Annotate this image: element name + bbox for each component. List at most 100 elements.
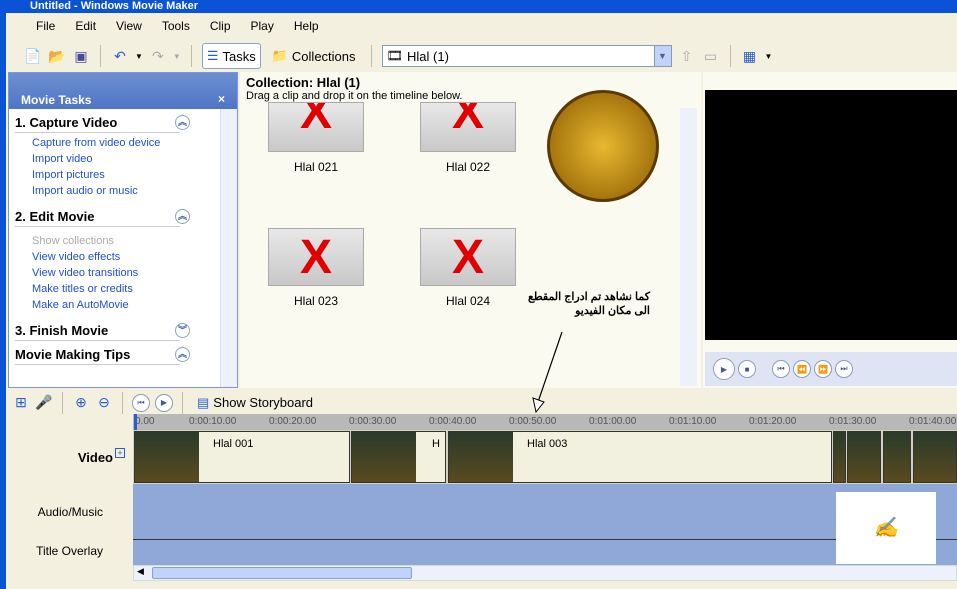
clip-item[interactable]: X Hlal 022	[420, 102, 516, 174]
clip-thumbnail	[848, 432, 880, 482]
timeline-clip[interactable]	[833, 431, 846, 483]
new-folder-icon[interactable]: ▭	[702, 47, 720, 65]
task-make-automovie[interactable]: Make an AutoMovie	[32, 297, 237, 313]
ruler-tick: 0:00:30.00	[349, 416, 397, 427]
up-folder-icon[interactable]: ⇧	[678, 47, 696, 65]
tasks-button[interactable]: ☰ Tasks	[201, 43, 261, 69]
chevron-down-icon[interactable]: ︾	[175, 323, 190, 338]
clip-name: Hlal 001	[213, 438, 254, 450]
forward-icon[interactable]: ⏩	[814, 360, 832, 378]
annotation-text: كما نشاهد تم ادراج المقطع الى مكان الفيدي…	[520, 290, 650, 318]
timeline-clip[interactable]: Hlal 003	[448, 431, 832, 483]
timeline-clip[interactable]	[913, 431, 957, 483]
chevron-down-icon[interactable]: ▼	[653, 46, 671, 66]
views-icon[interactable]: ▦	[741, 47, 759, 65]
previous-frame-icon[interactable]: ⏮	[772, 360, 790, 378]
timeline-scrollbar[interactable]: ◀	[133, 565, 957, 581]
new-project-icon[interactable]: 📄	[24, 47, 42, 65]
redo-dropdown-icon[interactable]: ▼	[173, 52, 181, 61]
task-view-video-transitions[interactable]: View video transitions	[32, 265, 237, 281]
ruler-tick: 0:01:40.00	[909, 416, 957, 427]
zoom-out-icon[interactable]: ⊖	[95, 394, 113, 412]
menu-bar: File Edit View Tools Clip Play Help	[6, 13, 957, 38]
section-title: 1. Capture Video	[15, 115, 118, 130]
timeline-toolbar: ⊞ 🎤 ⊕ ⊖ ⏮ ▶ ▤ Show Storyboard	[6, 391, 957, 414]
stop-icon[interactable]: ■	[738, 360, 756, 378]
task-show-collections[interactable]: Show collections	[32, 233, 237, 249]
task-import-pictures[interactable]: Import pictures	[32, 167, 237, 183]
clip-item[interactable]: X Hlal 021	[268, 102, 364, 174]
movie-tasks-title: Movie Tasks	[21, 93, 92, 107]
show-storyboard-label: Show Storyboard	[213, 395, 314, 410]
undo-icon[interactable]: ↶	[111, 47, 129, 65]
divider	[122, 391, 123, 414]
next-frame-icon[interactable]: ⏭	[835, 360, 853, 378]
clip-thumbnail	[135, 432, 199, 482]
scrollbar-thumb[interactable]	[152, 567, 412, 579]
task-view-video-effects[interactable]: View video effects	[32, 249, 237, 265]
task-capture-from-device[interactable]: Capture from video device	[32, 135, 237, 151]
set-audio-levels-icon[interactable]: ⊞	[12, 394, 30, 412]
timeline-clip[interactable]	[883, 431, 911, 483]
zoom-in-icon[interactable]: ⊕	[72, 394, 90, 412]
chevron-up-icon[interactable]: ︽	[175, 115, 190, 130]
task-make-titles[interactable]: Make titles or credits	[32, 281, 237, 297]
timeline-clip[interactable]: H	[351, 431, 446, 483]
annotation-line: الى مكان الفيديو	[575, 305, 650, 317]
collection-title: Collection: Hlal (1)	[246, 75, 361, 90]
playhead[interactable]	[134, 414, 137, 430]
timeline-clip[interactable]	[847, 431, 881, 483]
undo-dropdown-icon[interactable]: ▼	[135, 52, 143, 61]
timeline-ruler[interactable]: 0.00 0:00:10.00 0:00:20.00 0:00:30.00 0:…	[133, 414, 957, 430]
play-icon[interactable]: ▶	[713, 358, 735, 380]
menu-help[interactable]: Help	[284, 19, 329, 33]
chevron-up-icon[interactable]: ︽	[175, 347, 190, 362]
menu-clip[interactable]: Clip	[200, 19, 241, 33]
menu-play[interactable]: Play	[241, 19, 284, 33]
tasks-icon: ☰	[206, 48, 219, 63]
narrate-microphone-icon[interactable]: 🎤	[35, 394, 53, 412]
menu-edit[interactable]: Edit	[65, 19, 106, 33]
play-timeline-icon[interactable]: ▶	[155, 393, 173, 412]
menu-file[interactable]: File	[26, 19, 65, 33]
open-project-icon[interactable]: 📂	[48, 47, 66, 65]
task-import-audio[interactable]: Import audio or music	[32, 183, 237, 199]
handwritten-signature: ✍	[836, 492, 936, 564]
expand-plus-icon[interactable]: +	[115, 448, 125, 458]
collection-select[interactable]: 🎞 Hlal (1) ▼	[381, 45, 672, 67]
ruler-tick: 0:01:20.00	[749, 416, 797, 427]
timeline-clip[interactable]: Hlal 001	[134, 431, 350, 483]
clip-label: Hlal 023	[293, 294, 339, 308]
redo-icon[interactable]: ↷	[149, 47, 167, 65]
missing-clip-icon: X	[420, 228, 516, 286]
show-storyboard-button[interactable]: ▤ Show Storyboard	[192, 393, 318, 413]
ruler-tick: 0:01:00.00	[589, 416, 637, 427]
tasks-scrollbar[interactable]	[220, 109, 237, 387]
playback-controls: ▶ ■ ⏮ ⏪ ⏩ ⏭	[705, 352, 957, 386]
video-track-label: Video	[78, 450, 113, 465]
section-finish-movie[interactable]: 3. Finish Movie ︾	[15, 323, 190, 341]
clip-item[interactable]: X Hlal 024	[420, 228, 516, 308]
rewind-icon[interactable]: ⏪	[793, 360, 811, 378]
views-dropdown-icon[interactable]: ▼	[765, 52, 773, 61]
close-icon[interactable]: ×	[218, 92, 225, 106]
audio-music-track[interactable]	[133, 484, 957, 539]
menu-tools[interactable]: Tools	[152, 19, 200, 33]
clip-thumbnail	[834, 432, 845, 482]
section-movie-making-tips[interactable]: Movie Making Tips ︽	[15, 347, 190, 365]
task-import-video[interactable]: Import video	[32, 151, 237, 167]
section-capture-video[interactable]: 1. Capture Video ︽	[15, 115, 190, 133]
section-edit-movie[interactable]: 2. Edit Movie ︽	[15, 209, 190, 227]
ruler-tick: 0.00	[135, 416, 155, 427]
save-icon[interactable]: ▣	[72, 47, 90, 65]
rewind-timeline-icon[interactable]: ⏮	[132, 393, 150, 412]
scroll-left-icon[interactable]: ◀	[137, 566, 144, 577]
collection-scrollbar[interactable]	[680, 108, 697, 386]
ruler-tick: 0:00:20.00	[269, 416, 317, 427]
chevron-up-icon[interactable]: ︽	[175, 209, 190, 224]
divider	[190, 45, 192, 67]
collections-button[interactable]: 📁 Collections	[267, 43, 361, 69]
clip-item[interactable]: X Hlal 023	[268, 228, 364, 308]
title-overlay-track[interactable]	[133, 539, 957, 565]
menu-view[interactable]: View	[106, 19, 152, 33]
